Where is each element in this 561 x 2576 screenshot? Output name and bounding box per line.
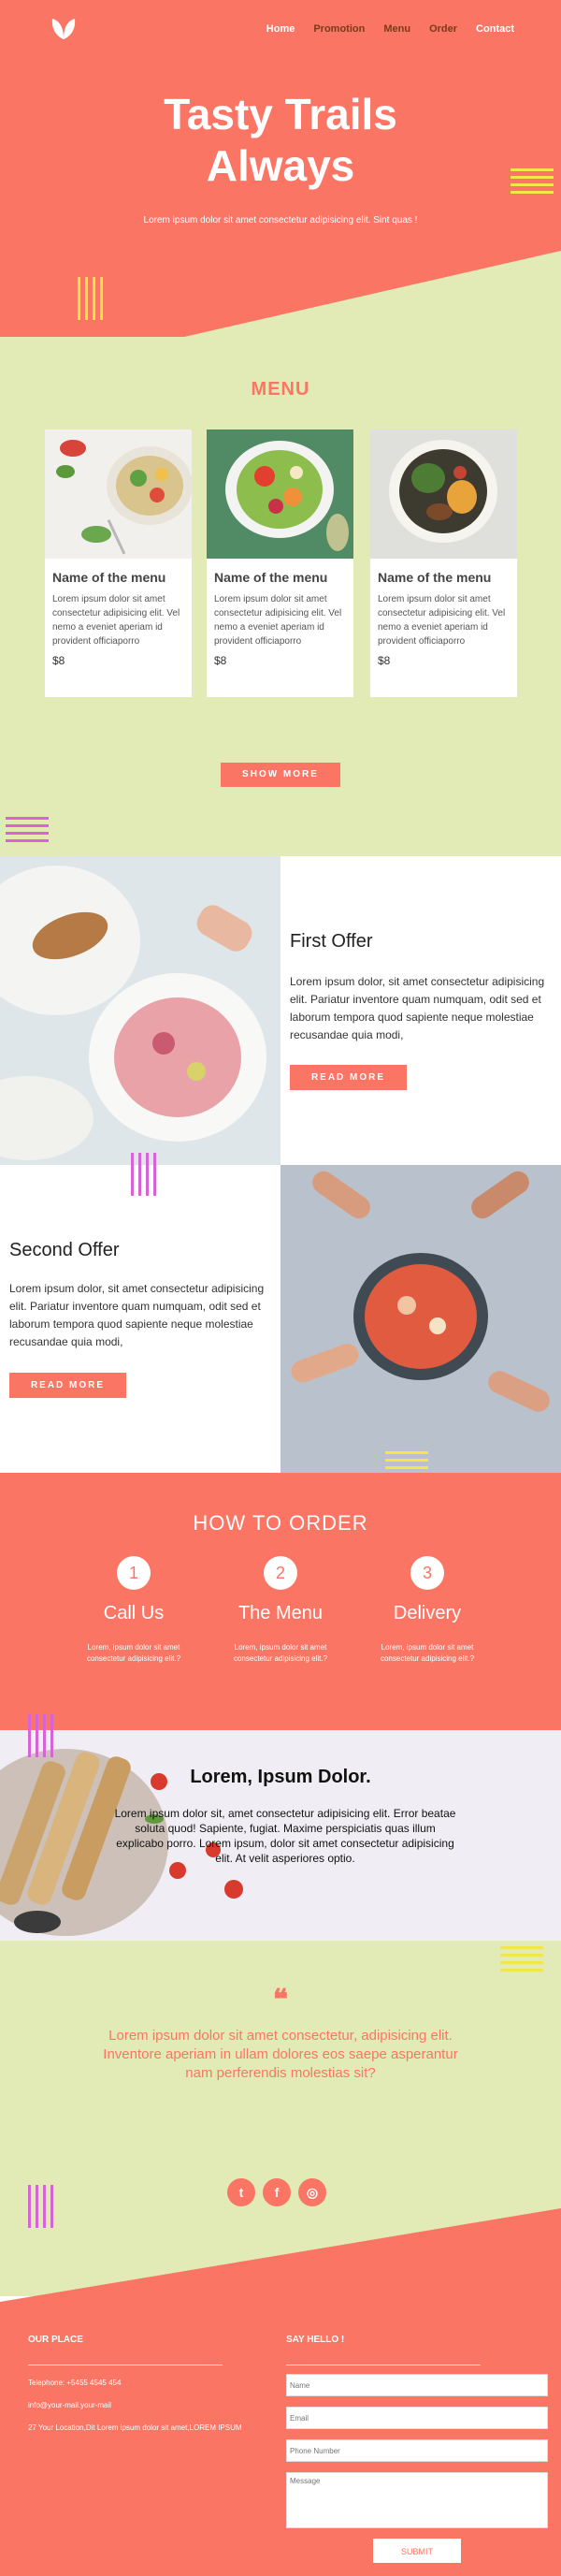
second-offer-photo	[280, 1165, 561, 1473]
step-number: 3	[410, 1556, 444, 1590]
step-name: Call Us	[103, 1603, 165, 1623]
second-offer-text: Lorem ipsum dolor, sit amet consectetur …	[9, 1282, 265, 1348]
instagram-icon[interactable]: ◎	[298, 2178, 326, 2206]
phone-field[interactable]	[286, 2439, 548, 2462]
step-text: Lorem, ipsum dolor sit amet consectetur …	[380, 1643, 475, 1663]
nav-order[interactable]: Order	[429, 23, 457, 35]
salad-photo	[45, 429, 192, 559]
menu-item-description: Lorem ipsum dolor sit amet consectetur a…	[52, 594, 180, 647]
step-text: Lorem, ipsum dolor sit amet consectetur …	[86, 1643, 181, 1663]
submit-button[interactable]: SUBMIT	[373, 2539, 461, 2563]
testimonial-quote: Lorem ipsum dolor sit amet consectetur, …	[103, 2028, 458, 2081]
menu-item-description: Lorem ipsum dolor sit amet consectetur a…	[214, 594, 342, 647]
twitter-icon[interactable]: t	[227, 2178, 255, 2206]
nav-menu[interactable]: Menu	[383, 23, 410, 35]
first-offer-read-more-button[interactable]: READ MORE	[290, 1065, 407, 1090]
footer-phone: Telephone: +5455 4545 454	[28, 2379, 122, 2387]
menu-item-name: Name of the menu	[214, 570, 328, 585]
footer-hello-heading: SAY HELLO !	[286, 2335, 345, 2345]
menu-item-price: $8	[378, 654, 391, 667]
salad-photo	[370, 429, 517, 559]
menu-item-price: $8	[52, 654, 65, 667]
menu-title: MENU	[251, 379, 310, 400]
quote-icon: ❝	[272, 1985, 289, 2016]
decorative-stripes	[131, 1153, 156, 1196]
show-more-button[interactable]: SHOW MORE	[221, 763, 340, 787]
nav-promotion[interactable]: Promotion	[313, 23, 365, 35]
banner-text: Lorem ipsum dolor sit, amet consectetur …	[114, 1807, 456, 1865]
menu-card[interactable]: Name of the menu Lorem ipsum dolor sit a…	[370, 429, 517, 697]
how-to-order-title: HOW TO ORDER	[193, 1511, 368, 1535]
name-field[interactable]	[286, 2374, 548, 2396]
step-text: Lorem, ipsum dolor sit amet consectetur …	[233, 1643, 328, 1663]
decorative-stripes	[28, 1714, 53, 1757]
footer-email[interactable]: info@your-mail.your-mail	[28, 2401, 111, 2409]
first-offer-photo	[0, 856, 280, 1165]
menu-item-name: Name of the menu	[52, 570, 166, 585]
nav-contact[interactable]: Contact	[476, 23, 514, 35]
footer-address: 27 Your Location,Dit Lorem ipsum dolor s…	[28, 2423, 242, 2432]
step-name: The Menu	[237, 1603, 324, 1623]
decorative-stripes	[511, 168, 554, 198]
menu-item-name: Name of the menu	[378, 570, 492, 585]
first-offer-title: First Offer	[290, 931, 373, 952]
menu-card[interactable]: Name of the menu Lorem ipsum dolor sit a…	[45, 429, 192, 697]
first-offer-text: Lorem ipsum dolor, sit amet consectetur …	[290, 975, 545, 1041]
message-field[interactable]	[286, 2472, 548, 2528]
nav-home[interactable]: Home	[266, 23, 295, 35]
decorative-stripes	[500, 1946, 543, 1976]
hero-title: Tasty Trails Always	[164, 90, 397, 190]
menu-card[interactable]: Name of the menu Lorem ipsum dolor sit a…	[207, 429, 353, 697]
footer-place-heading: OUR PLACE	[28, 2335, 83, 2345]
hero-background	[0, 0, 561, 393]
banner-title: Lorem, Ipsum Dolor.	[190, 1767, 371, 1787]
top-navigation: Home Promotion Menu Order Contact	[248, 23, 514, 35]
step-number: 1	[117, 1556, 151, 1590]
leaf-logo-icon[interactable]	[50, 17, 78, 41]
hero-subtitle: Lorem ipsum dolor sit amet consectetur a…	[143, 215, 418, 226]
second-offer-read-more-button[interactable]: READ MORE	[9, 1373, 126, 1398]
menu-item-price: $8	[214, 654, 227, 667]
hero-section	[0, 0, 561, 393]
second-offer-title: Second Offer	[9, 1240, 120, 1260]
salad-photo	[207, 429, 353, 559]
menu-item-description: Lorem ipsum dolor sit amet consectetur a…	[378, 594, 506, 647]
decorative-stripes	[6, 817, 49, 847]
facebook-icon[interactable]: f	[263, 2178, 291, 2206]
step-name: Delivery	[393, 1603, 462, 1623]
step-number: 2	[264, 1556, 297, 1590]
email-field[interactable]	[286, 2407, 548, 2429]
decorative-stripes	[78, 277, 103, 320]
